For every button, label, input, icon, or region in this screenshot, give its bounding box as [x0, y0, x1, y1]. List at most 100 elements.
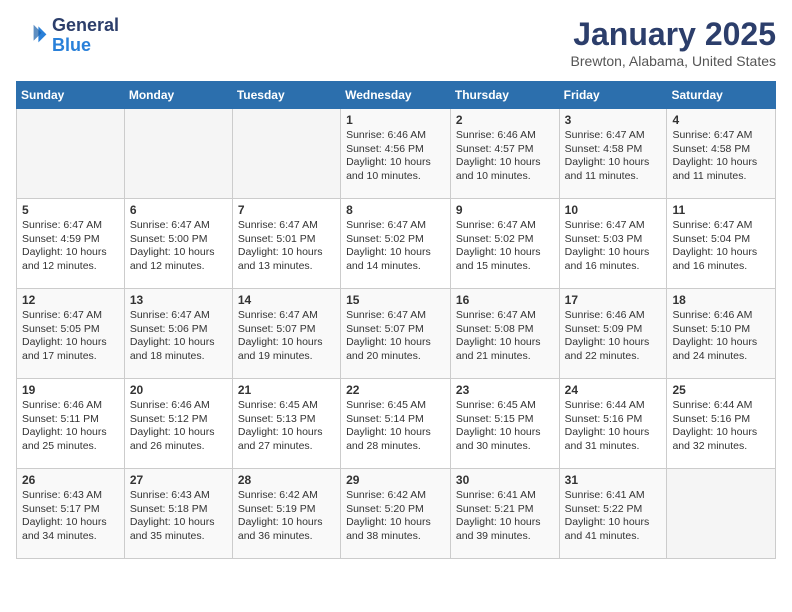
day-info-line: Sunrise: 6:43 AM: [130, 489, 227, 503]
day-number: 26: [22, 473, 119, 487]
day-number: 5: [22, 203, 119, 217]
day-info-line: Daylight: 10 hours and 34 minutes.: [22, 516, 119, 543]
calendar-cell: 8Sunrise: 6:47 AMSunset: 5:02 PMDaylight…: [341, 199, 451, 289]
day-info-line: Sunrise: 6:47 AM: [565, 129, 662, 143]
calendar-cell: 21Sunrise: 6:45 AMSunset: 5:13 PMDayligh…: [232, 379, 340, 469]
day-info-line: Sunrise: 6:47 AM: [22, 219, 119, 233]
calendar-cell: 11Sunrise: 6:47 AMSunset: 5:04 PMDayligh…: [667, 199, 776, 289]
day-info-line: Sunrise: 6:46 AM: [22, 399, 119, 413]
day-number: 27: [130, 473, 227, 487]
day-info-line: Sunrise: 6:46 AM: [346, 129, 445, 143]
day-info-line: Sunrise: 6:47 AM: [238, 219, 335, 233]
day-info-line: Daylight: 10 hours and 22 minutes.: [565, 336, 662, 363]
day-info-line: Sunset: 5:22 PM: [565, 503, 662, 517]
day-info-line: Sunset: 5:05 PM: [22, 323, 119, 337]
page-header: General Blue January 2025 Brewton, Alaba…: [16, 16, 776, 69]
day-info-line: Sunset: 5:03 PM: [565, 233, 662, 247]
day-info-line: Daylight: 10 hours and 24 minutes.: [672, 336, 770, 363]
day-number: 1: [346, 113, 445, 127]
day-info-line: Sunset: 4:57 PM: [456, 143, 554, 157]
day-info-line: Sunrise: 6:47 AM: [456, 309, 554, 323]
calendar-cell: 22Sunrise: 6:45 AMSunset: 5:14 PMDayligh…: [341, 379, 451, 469]
calendar-cell: 12Sunrise: 6:47 AMSunset: 5:05 PMDayligh…: [17, 289, 125, 379]
day-info-line: Sunset: 5:18 PM: [130, 503, 227, 517]
day-info-line: Sunrise: 6:47 AM: [22, 309, 119, 323]
day-header-thursday: Thursday: [450, 82, 559, 109]
day-info-line: Daylight: 10 hours and 32 minutes.: [672, 426, 770, 453]
calendar-cell: 26 Sunrise: 6:43 AMSunset: 5:17 PMDayligh…: [17, 469, 125, 559]
day-header-sunday: Sunday: [17, 82, 125, 109]
day-info-line: Daylight: 10 hours and 13 minutes.: [238, 246, 335, 273]
day-info-line: Daylight: 10 hours and 18 minutes.: [130, 336, 227, 363]
day-info-line: Daylight: 10 hours and 14 minutes.: [346, 246, 445, 273]
calendar-cell: 27Sunrise: 6:43 AMSunset: 5:18 PMDayligh…: [124, 469, 232, 559]
day-info-line: Daylight: 10 hours and 10 minutes.: [456, 156, 554, 183]
day-info-line: Daylight: 10 hours and 27 minutes.: [238, 426, 335, 453]
day-info-line: Daylight: 10 hours and 11 minutes.: [565, 156, 662, 183]
day-info-line: Sunrise: 6:41 AM: [565, 489, 662, 503]
day-info-line: Sunset: 4:59 PM: [22, 233, 119, 247]
day-info-line: Daylight: 10 hours and 31 minutes.: [565, 426, 662, 453]
calendar-cell: 23Sunrise: 6:45 AMSunset: 5:15 PMDayligh…: [450, 379, 559, 469]
calendar-week-row: 26Sunrise: 6:43 AMSunset: 5:17 PMDayligh…: [17, 469, 776, 559]
calendar-week-row: 19Sunrise: 6:46 AMSunset: 5:11 PMDayligh…: [17, 379, 776, 469]
day-info-line: Daylight: 10 hours and 17 minutes.: [22, 336, 119, 363]
day-number: 19: [22, 383, 119, 397]
logo-general-text: General: [52, 15, 119, 35]
month-title: January 2025: [571, 16, 776, 53]
day-number: 11: [672, 203, 770, 217]
day-number: 6: [130, 203, 227, 217]
day-number: 2: [456, 113, 554, 127]
day-info-line: Daylight: 10 hours and 28 minutes.: [346, 426, 445, 453]
day-info-line: Sunrise: 6:47 AM: [346, 219, 445, 233]
logo-icon: [16, 20, 48, 52]
calendar-week-row: 5Sunrise: 6:47 AMSunset: 4:59 PMDaylight…: [17, 199, 776, 289]
calendar-cell: [124, 109, 232, 199]
day-header-friday: Friday: [559, 82, 667, 109]
logo-blue-text: Blue: [52, 35, 91, 55]
day-info-line: Sunset: 5:21 PM: [456, 503, 554, 517]
calendar-cell: 2 Sunrise: 6:46 AMSunset: 4:57 PMDaylight…: [450, 109, 559, 199]
day-info-line: Daylight: 10 hours and 41 minutes.: [565, 516, 662, 543]
day-number: 18: [672, 293, 770, 307]
day-info-line: Daylight: 10 hours and 16 minutes.: [565, 246, 662, 273]
day-info-line: Sunset: 5:10 PM: [672, 323, 770, 337]
calendar-cell: 19Sunrise: 6:46 AMSunset: 5:11 PMDayligh…: [17, 379, 125, 469]
day-info-line: Sunrise: 6:46 AM: [456, 129, 554, 143]
day-info-line: Sunset: 5:13 PM: [238, 413, 335, 427]
day-info-line: Sunrise: 6:47 AM: [130, 309, 227, 323]
day-info-line: Daylight: 10 hours and 15 minutes.: [456, 246, 554, 273]
day-number: 21: [238, 383, 335, 397]
day-info-line: Sunrise: 6:44 AM: [565, 399, 662, 413]
calendar-cell: 31Sunrise: 6:41 AMSunset: 5:22 PMDayligh…: [559, 469, 667, 559]
day-info-line: Sunset: 5:14 PM: [346, 413, 445, 427]
location-subtitle: Brewton, Alabama, United States: [571, 53, 776, 69]
day-info-line: Sunset: 5:17 PM: [22, 503, 119, 517]
day-info-line: Sunrise: 6:47 AM: [456, 219, 554, 233]
calendar-header-row: SundayMondayTuesdayWednesdayThursdayFrid…: [17, 82, 776, 109]
calendar-cell: 4Sunrise: 6:47 AMSunset: 4:58 PMDaylight…: [667, 109, 776, 199]
day-number: 13: [130, 293, 227, 307]
calendar-cell: 9Sunrise: 6:47 AMSunset: 5:02 PMDaylight…: [450, 199, 559, 289]
day-info-line: Sunset: 5:16 PM: [565, 413, 662, 427]
day-info-line: Daylight: 10 hours and 16 minutes.: [672, 246, 770, 273]
day-info-line: Sunset: 5:20 PM: [346, 503, 445, 517]
day-info-line: Daylight: 10 hours and 19 minutes.: [238, 336, 335, 363]
day-info-line: Sunrise: 6:44 AM: [672, 399, 770, 413]
day-info-line: Sunrise: 6:43 AM: [22, 489, 119, 503]
day-number: 23: [456, 383, 554, 397]
calendar-cell: 20Sunrise: 6:46 AMSunset: 5:12 PMDayligh…: [124, 379, 232, 469]
day-info-line: Sunset: 5:04 PM: [672, 233, 770, 247]
calendar-cell: 18Sunrise: 6:46 AMSunset: 5:10 PMDayligh…: [667, 289, 776, 379]
calendar-cell: 17Sunrise: 6:46 AMSunset: 5:09 PMDayligh…: [559, 289, 667, 379]
day-number: 24: [565, 383, 662, 397]
day-number: 20: [130, 383, 227, 397]
day-info-line: Sunset: 5:01 PM: [238, 233, 335, 247]
day-info-line: Sunrise: 6:42 AM: [238, 489, 335, 503]
calendar-cell: 28Sunrise: 6:42 AMSunset: 5:19 PMDayligh…: [232, 469, 340, 559]
day-info-line: Sunset: 4:58 PM: [565, 143, 662, 157]
day-info-line: Daylight: 10 hours and 20 minutes.: [346, 336, 445, 363]
day-info-line: Daylight: 10 hours and 26 minutes.: [130, 426, 227, 453]
day-info-line: Sunset: 5:12 PM: [130, 413, 227, 427]
calendar-cell: 14Sunrise: 6:47 AMSunset: 5:07 PMDayligh…: [232, 289, 340, 379]
